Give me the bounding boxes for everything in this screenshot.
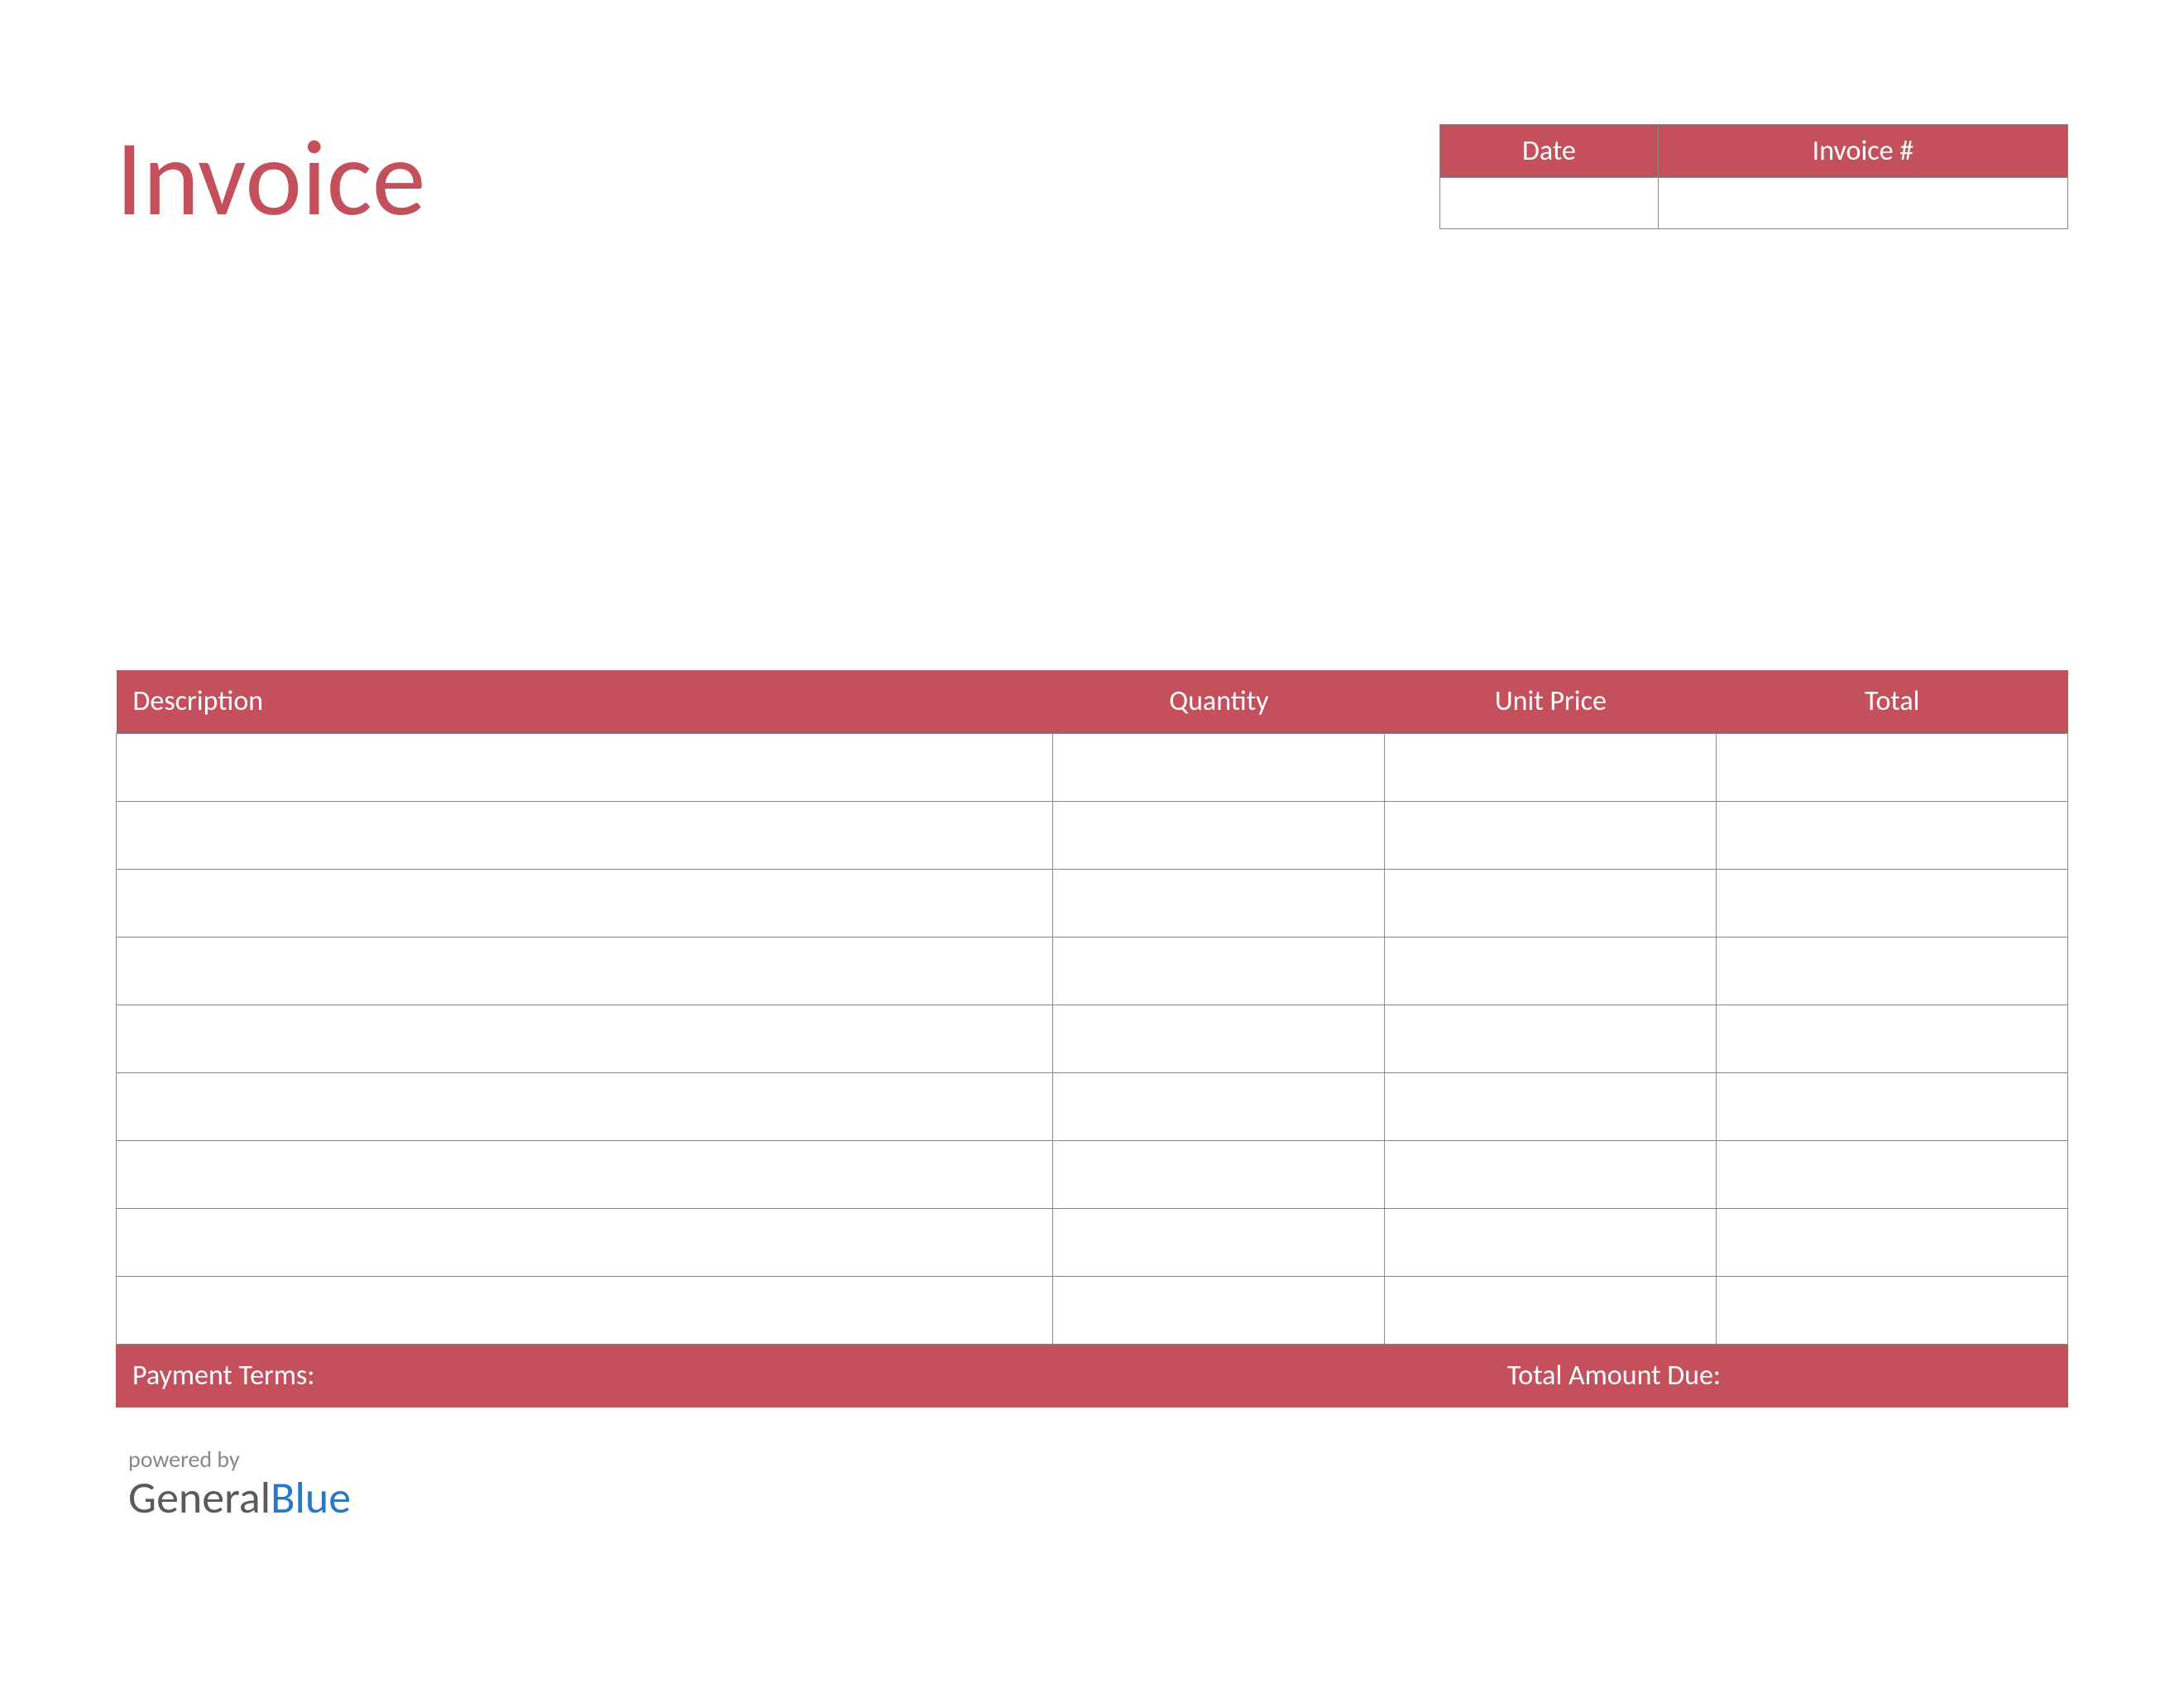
- table-row: [117, 869, 2068, 937]
- cell-unit_price[interactable]: [1385, 1276, 1717, 1344]
- brand-second: Blue: [271, 1470, 351, 1525]
- meta-table: Date Invoice #: [1439, 124, 2068, 229]
- table-row: [117, 937, 2068, 1005]
- invoice-title: Invoice: [116, 124, 425, 232]
- date-header: Date: [1440, 125, 1659, 178]
- cell-quantity[interactable]: [1053, 1276, 1385, 1344]
- cell-description[interactable]: [117, 1276, 1053, 1344]
- column-total: Total: [1717, 670, 2068, 733]
- column-description: Description: [117, 670, 1053, 733]
- cell-total[interactable]: [1717, 1005, 2068, 1072]
- cell-description[interactable]: [117, 869, 1053, 937]
- cell-quantity[interactable]: [1053, 1072, 1385, 1140]
- column-quantity: Quantity: [1053, 670, 1385, 733]
- cell-total[interactable]: [1717, 733, 2068, 801]
- cell-description[interactable]: [117, 733, 1053, 801]
- cell-description[interactable]: [117, 1005, 1053, 1072]
- cell-unit_price[interactable]: [1385, 733, 1717, 801]
- cell-quantity[interactable]: [1053, 937, 1385, 1005]
- cell-unit_price[interactable]: [1385, 937, 1717, 1005]
- cell-quantity[interactable]: [1053, 1005, 1385, 1072]
- cell-quantity[interactable]: [1053, 801, 1385, 869]
- cell-total[interactable]: [1717, 1276, 2068, 1344]
- cell-description[interactable]: [117, 801, 1053, 869]
- column-unit-price: Unit Price: [1385, 670, 1717, 733]
- cell-total[interactable]: [1717, 1072, 2068, 1140]
- invoice-number-header: Invoice #: [1658, 125, 2067, 178]
- table-row: [117, 733, 2068, 801]
- brand-first: General: [128, 1470, 271, 1525]
- cell-quantity[interactable]: [1053, 869, 1385, 937]
- line-items-table: Description Quantity Unit Price Total: [116, 670, 2068, 1345]
- table-row: [117, 1208, 2068, 1276]
- branding: powered by GeneralBlue: [128, 1445, 2068, 1523]
- brand-logo: GeneralBlue: [128, 1474, 2068, 1523]
- cell-quantity[interactable]: [1053, 1140, 1385, 1208]
- table-row: [117, 1072, 2068, 1140]
- cell-description[interactable]: [117, 937, 1053, 1005]
- cell-total[interactable]: [1717, 1140, 2068, 1208]
- cell-unit_price[interactable]: [1385, 869, 1717, 937]
- date-cell[interactable]: [1440, 178, 1659, 229]
- cell-description[interactable]: [117, 1140, 1053, 1208]
- table-row: [117, 1276, 2068, 1344]
- cell-quantity[interactable]: [1053, 1208, 1385, 1276]
- table-row: [117, 1005, 2068, 1072]
- table-row: [117, 801, 2068, 869]
- cell-quantity[interactable]: [1053, 733, 1385, 801]
- powered-by-text: powered by: [128, 1445, 2068, 1474]
- footer-bar: Payment Terms: Total Amount Due:: [116, 1345, 2068, 1407]
- total-amount-due-label: Total Amount Due:: [1507, 1359, 2068, 1393]
- cell-unit_price[interactable]: [1385, 1140, 1717, 1208]
- cell-total[interactable]: [1717, 869, 2068, 937]
- cell-total[interactable]: [1717, 801, 2068, 869]
- cell-total[interactable]: [1717, 1208, 2068, 1276]
- invoice-number-cell[interactable]: [1658, 178, 2067, 229]
- cell-unit_price[interactable]: [1385, 1072, 1717, 1140]
- cell-unit_price[interactable]: [1385, 801, 1717, 869]
- cell-total[interactable]: [1717, 937, 2068, 1005]
- payment-terms-label: Payment Terms:: [116, 1359, 1507, 1393]
- cell-unit_price[interactable]: [1385, 1005, 1717, 1072]
- cell-unit_price[interactable]: [1385, 1208, 1717, 1276]
- cell-description[interactable]: [117, 1072, 1053, 1140]
- table-row: [117, 1140, 2068, 1208]
- cell-description[interactable]: [117, 1208, 1053, 1276]
